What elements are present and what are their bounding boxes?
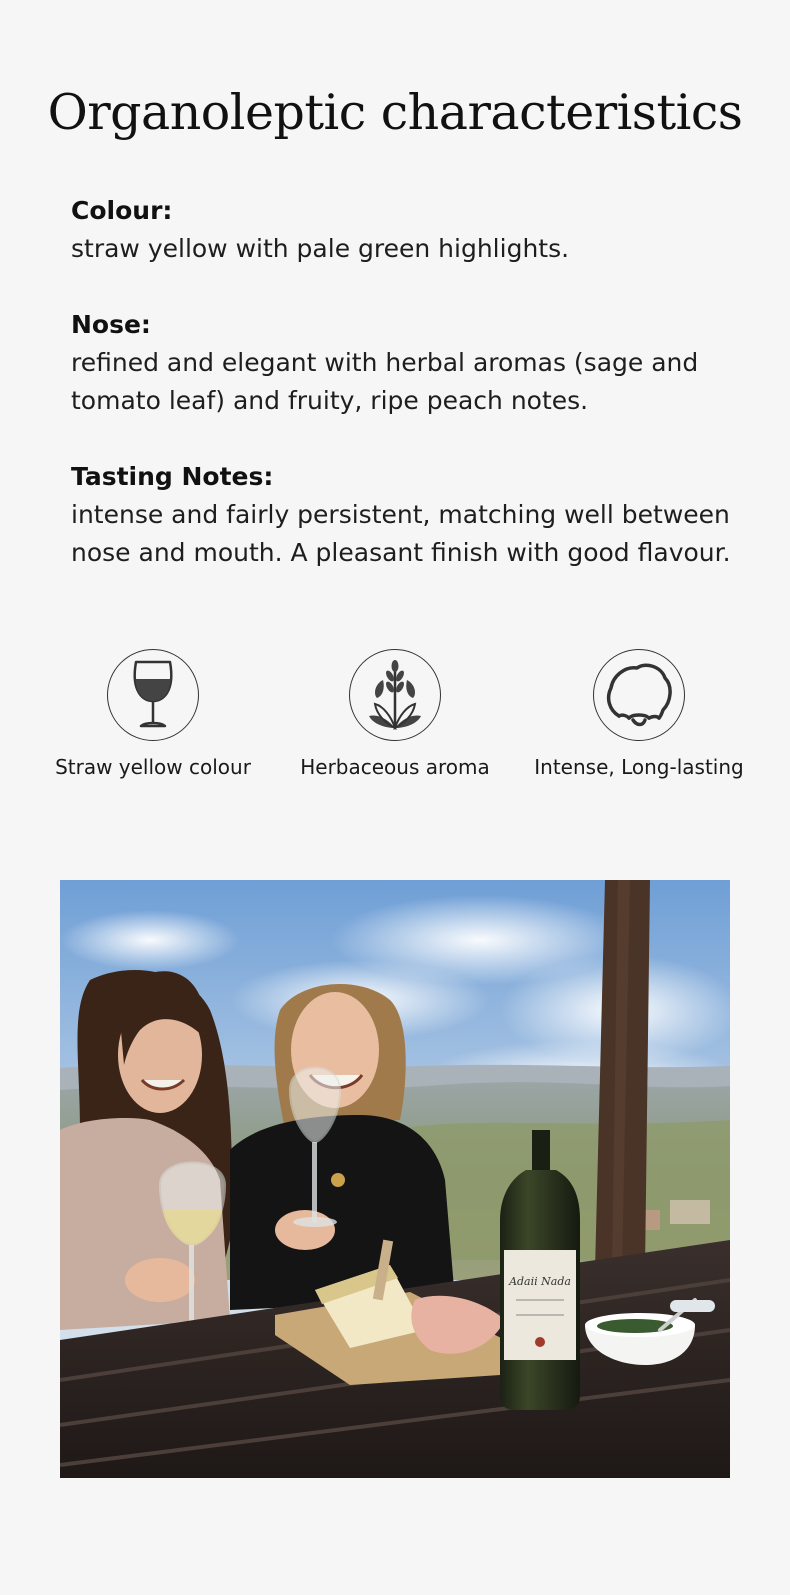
page-title: Organoleptic characteristics (47, 84, 743, 141)
characteristic-label: Colour: (71, 196, 173, 225)
feature-icons-row: Straw yellow colour Herbaceous aroma Int… (0, 649, 790, 799)
feature-colour: Straw yellow colour (43, 649, 263, 779)
characteristics-list: Colour: straw yellow with pale green hig… (71, 192, 731, 610)
characteristic-label: Tasting Notes: (71, 462, 274, 491)
characteristic-text: straw yellow with pale green highlights. (71, 234, 570, 263)
page: Organoleptic characteristics Colour: str… (0, 0, 790, 1595)
feature-label: Herbaceous aroma (300, 755, 490, 779)
characteristic-colour: Colour: straw yellow with pale green hig… (71, 192, 731, 268)
characteristic-nose: Nose: refined and elegant with herbal ar… (71, 306, 731, 420)
feature-aroma: Herbaceous aroma (285, 649, 505, 779)
characteristic-text: refined and elegant with herbal aromas (… (71, 348, 699, 415)
bottle-label-text: Adaii Nada (508, 1275, 571, 1288)
feature-label: Intense, Long-lasting (534, 755, 744, 779)
palate-cloud-icon (593, 649, 685, 741)
characteristic-tasting-notes: Tasting Notes: intense and fairly persis… (71, 458, 731, 572)
feature-label: Straw yellow colour (55, 755, 251, 779)
herb-sprig-icon (349, 649, 441, 741)
characteristic-label: Nose: (71, 310, 151, 339)
wine-tasting-photo: Adaii Nada (60, 880, 730, 1478)
wine-glass-icon (107, 649, 199, 741)
characteristic-text: intense and fairly persistent, matching … (71, 500, 731, 567)
feature-persistence: Intense, Long-lasting (529, 649, 749, 779)
